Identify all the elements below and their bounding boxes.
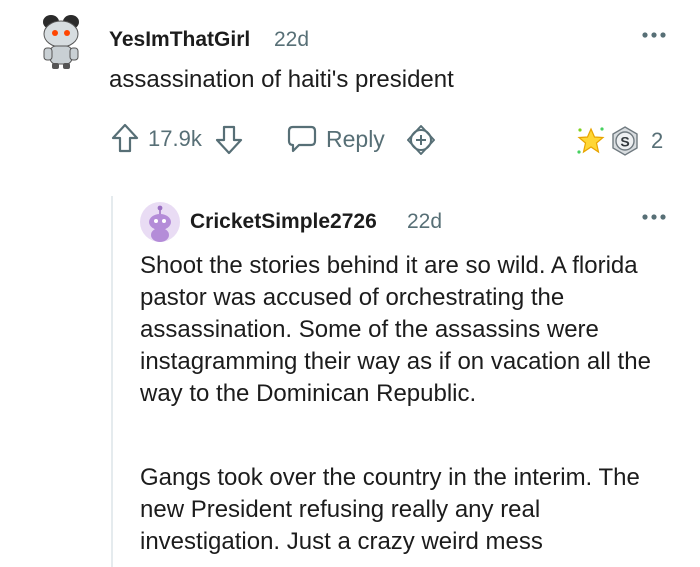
overflow-dots-icon bbox=[642, 32, 666, 38]
silver-s-award-icon: S bbox=[612, 126, 638, 156]
comment-body: assassination of haiti's president bbox=[109, 66, 454, 93]
reply-username[interactable]: CricketSimple2726 bbox=[190, 210, 377, 234]
reply-timestamp: 22d bbox=[407, 210, 443, 233]
awards-summary[interactable]: S 2 bbox=[575, 124, 663, 158]
overflow-dots-icon bbox=[642, 214, 666, 220]
vote-score: 17.9k bbox=[148, 126, 202, 151]
sparkle-star-award-icon bbox=[577, 127, 605, 154]
reply-user-avatar[interactable] bbox=[140, 202, 180, 242]
reply-button[interactable]: Reply bbox=[286, 122, 385, 156]
comment-timestamp: 22d bbox=[274, 28, 310, 51]
reply-more-options-button[interactable] bbox=[640, 210, 668, 222]
more-options-button[interactable] bbox=[640, 28, 668, 40]
chat-bubble-icon bbox=[287, 125, 317, 153]
reply-label: Reply bbox=[326, 125, 385, 152]
upvote-button[interactable] bbox=[110, 122, 140, 154]
downvote-arrow-icon bbox=[215, 125, 243, 155]
snoo-avatar-icon bbox=[140, 202, 180, 242]
svg-text:S: S bbox=[620, 134, 629, 150]
give-award-button[interactable] bbox=[405, 124, 437, 156]
reply-body-paragraph: Shoot the stories behind it are so wild.… bbox=[140, 252, 651, 407]
add-award-icon bbox=[407, 125, 435, 155]
snoo-avatar-icon bbox=[43, 15, 79, 69]
upvote-arrow-icon bbox=[111, 123, 139, 153]
user-avatar[interactable] bbox=[32, 12, 90, 70]
downvote-button[interactable] bbox=[214, 124, 244, 156]
thread-collapse-line[interactable] bbox=[111, 196, 113, 567]
award-count: 2 bbox=[651, 128, 664, 153]
comment-username[interactable]: YesImThatGirl bbox=[109, 28, 250, 52]
reply-body-paragraph: Gangs took over the country in the inter… bbox=[140, 464, 640, 555]
